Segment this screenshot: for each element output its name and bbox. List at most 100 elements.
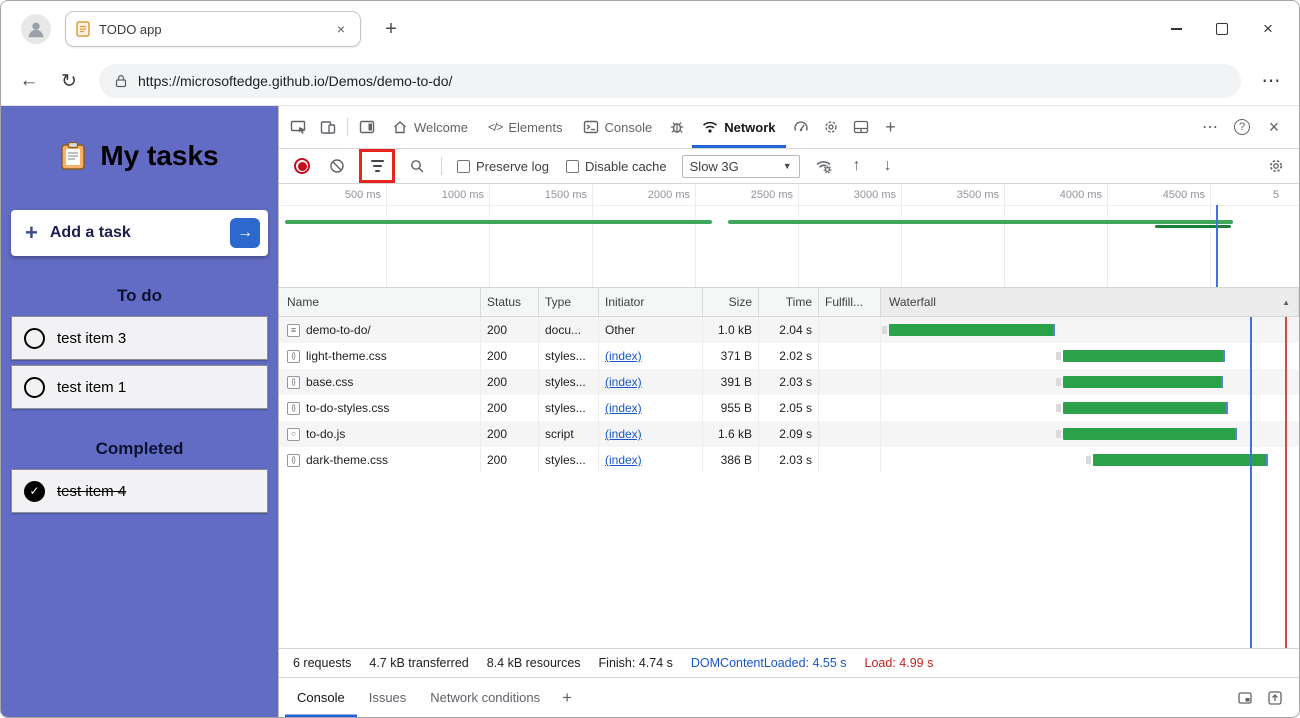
devtools-close-icon[interactable]: ×: [1259, 112, 1289, 142]
browser-tab[interactable]: TODO app ×: [65, 11, 361, 47]
network-conditions-icon[interactable]: [809, 151, 839, 181]
request-status: 200: [481, 395, 539, 421]
drawer-tab-issues[interactable]: Issues: [357, 678, 419, 717]
export-har-icon[interactable]: ↓: [875, 157, 901, 175]
table-row[interactable]: base.css 200 styles... (index) 391 B 2.0…: [279, 369, 1299, 395]
debugger-bug-icon[interactable]: [662, 112, 692, 142]
request-status: 200: [481, 421, 539, 447]
todo-title-row: My tasks: [1, 140, 278, 172]
search-button[interactable]: [402, 151, 432, 181]
refresh-button[interactable]: ↻: [51, 64, 87, 98]
divider: [347, 118, 348, 136]
request-initiator[interactable]: (index): [599, 343, 703, 369]
drawer-tab-console[interactable]: Console: [285, 678, 357, 717]
request-initiator[interactable]: (index): [599, 421, 703, 447]
network-overview-timeline[interactable]: 500 ms 1000 ms 1500 ms 2000 ms 2500 ms 3…: [279, 184, 1299, 288]
device-emulation-icon[interactable]: [313, 112, 343, 142]
column-header-status[interactable]: Status: [481, 288, 539, 316]
column-header-time[interactable]: Time: [759, 288, 819, 316]
panel-layout-icon[interactable]: [352, 112, 382, 142]
tab-network[interactable]: Network: [692, 106, 785, 148]
browser-titlebar: TODO app × + ×: [1, 1, 1299, 57]
devtools-more-icon[interactable]: ⋯: [1195, 112, 1225, 142]
performance-icon[interactable]: [786, 112, 816, 142]
request-time: 2.02 s: [759, 343, 819, 369]
tab-close-icon[interactable]: ×: [332, 21, 350, 37]
help-icon[interactable]: ?: [1227, 112, 1257, 142]
back-button[interactable]: ←: [11, 64, 47, 98]
record-button[interactable]: [287, 151, 317, 181]
request-initiator[interactable]: Other: [599, 317, 703, 343]
table-row[interactable]: light-theme.css 200 styles... (index) 37…: [279, 343, 1299, 369]
application-icon[interactable]: [816, 112, 846, 142]
column-header-size[interactable]: Size: [703, 288, 759, 316]
requests-count: 6 requests: [293, 656, 351, 670]
filter-button[interactable]: [365, 154, 389, 178]
task-checkbox[interactable]: [24, 328, 45, 349]
chevron-down-icon: ▼: [783, 161, 792, 171]
new-task-input[interactable]: + Add a task →: [11, 210, 268, 256]
drawer-tab-network-conditions[interactable]: Network conditions: [418, 678, 552, 717]
request-initiator[interactable]: (index): [599, 369, 703, 395]
table-header: Name Status Type Initiator Size Time Ful…: [279, 288, 1299, 317]
throttling-select[interactable]: Slow 3G ▼: [682, 155, 800, 178]
tab-welcome[interactable]: Welcome: [382, 106, 478, 148]
preserve-log-checkbox[interactable]: Preserve log: [457, 159, 549, 174]
browser-menu-button[interactable]: ⋯: [1253, 64, 1289, 98]
column-header-type[interactable]: Type: [539, 288, 599, 316]
request-initiator[interactable]: (index): [599, 395, 703, 421]
request-initiator[interactable]: (index): [599, 447, 703, 473]
request-name: to-do-styles.css: [306, 401, 389, 415]
window-close-button[interactable]: ×: [1245, 11, 1291, 47]
import-har-icon[interactable]: ↑: [844, 157, 870, 175]
request-type: styles...: [539, 447, 599, 473]
browser-navbar: ← ↻ https://microsoftedge.github.io/Demo…: [1, 57, 1299, 106]
profile-avatar[interactable]: [21, 14, 51, 44]
table-row[interactable]: to-do-styles.css 200 styles... (index) 9…: [279, 395, 1299, 421]
request-size: 955 B: [703, 395, 759, 421]
request-fulfilled: [819, 343, 881, 369]
task-checkbox-checked[interactable]: ✓: [24, 481, 45, 502]
tab-console[interactable]: Console: [573, 106, 663, 148]
column-header-fulfilled[interactable]: Fulfill...: [819, 288, 881, 316]
window-maximize-button[interactable]: [1199, 11, 1245, 47]
drawer-expand-icon[interactable]: [1267, 690, 1283, 706]
request-fulfilled: [819, 447, 881, 473]
add-tool-button[interactable]: +: [876, 112, 906, 142]
address-bar[interactable]: https://microsoftedge.github.io/Demos/de…: [99, 64, 1241, 98]
table-row[interactable]: to-do.js 200 script (index) 1.6 kB 2.09 …: [279, 421, 1299, 447]
task-label: test item 4: [57, 483, 126, 500]
column-header-initiator[interactable]: Initiator: [599, 288, 703, 316]
column-header-waterfall[interactable]: Waterfall ▲: [881, 288, 1299, 316]
drawer-add-tab-button[interactable]: +: [552, 688, 582, 708]
table-row[interactable]: dark-theme.css 200 styles... (index) 386…: [279, 447, 1299, 473]
drawer-dock-icon[interactable]: [1237, 690, 1253, 706]
request-type: script: [539, 421, 599, 447]
network-request-table: Name Status Type Initiator Size Time Ful…: [279, 288, 1299, 648]
drawer-tabbar: Console Issues Network conditions +: [279, 677, 1299, 717]
resources-size: 8.4 kB resources: [487, 656, 581, 670]
devtools-tabbar-right: ⋯ ? ×: [1195, 112, 1295, 142]
layout-icon[interactable]: [846, 112, 876, 142]
disable-cache-checkbox[interactable]: Disable cache: [566, 159, 667, 174]
window-minimize-button[interactable]: [1153, 11, 1199, 47]
tab-elements[interactable]: </> Elements: [478, 106, 573, 148]
clear-button[interactable]: [322, 151, 352, 181]
network-settings-gear-icon[interactable]: [1261, 151, 1291, 181]
request-time: 2.09 s: [759, 421, 819, 447]
request-size: 391 B: [703, 369, 759, 395]
table-row[interactable]: demo-to-do/ 200 docu... Other 1.0 kB 2.0…: [279, 317, 1299, 343]
request-name: base.css: [306, 375, 353, 389]
request-fulfilled: [819, 395, 881, 421]
task-checkbox[interactable]: [24, 377, 45, 398]
new-tab-button[interactable]: +: [377, 18, 405, 41]
request-fulfilled: [819, 369, 881, 395]
todo-app-panel: My tasks + Add a task → To do test item …: [1, 106, 278, 717]
tick-label: 3500 ms: [957, 189, 999, 201]
inspect-icon[interactable]: [283, 112, 313, 142]
tick-label: 1000 ms: [442, 189, 484, 201]
window-controls: ×: [1153, 11, 1291, 47]
tick-label: 4000 ms: [1060, 189, 1102, 201]
add-task-submit-button[interactable]: →: [230, 218, 260, 248]
column-header-name[interactable]: Name: [279, 288, 481, 316]
